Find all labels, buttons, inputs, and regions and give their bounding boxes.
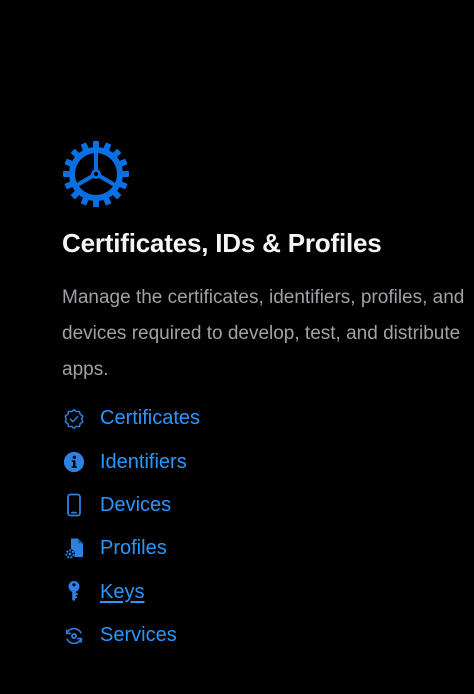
link-profiles[interactable]: Profiles [62,527,200,570]
link-certificates-label[interactable]: Certificates [100,407,200,430]
gear-icon [63,141,129,207]
link-certificates[interactable]: Certificates [62,397,200,440]
links-list: Certificates Identifiers Devices Profile… [62,397,200,657]
link-identifiers[interactable]: Identifiers [62,440,200,483]
link-keys-label[interactable]: Keys [100,581,144,604]
info-circle-icon [62,450,86,474]
link-keys[interactable]: Keys [62,571,200,614]
link-devices-label[interactable]: Devices [100,494,171,517]
document-gear-icon [62,537,86,561]
link-profiles-label[interactable]: Profiles [100,537,167,560]
link-identifiers-label[interactable]: Identifiers [100,451,187,474]
link-services-label[interactable]: Services [100,624,177,647]
key-icon [62,580,86,604]
services-icon [62,624,86,648]
phone-icon [62,493,86,517]
page-title: Certificates, IDs & Profiles [62,228,382,258]
section-description: Manage the certificates, identifiers, pr… [62,287,465,380]
link-services[interactable]: Services [62,614,200,657]
certificate-badge-icon [62,407,86,431]
link-devices[interactable]: Devices [62,484,200,527]
